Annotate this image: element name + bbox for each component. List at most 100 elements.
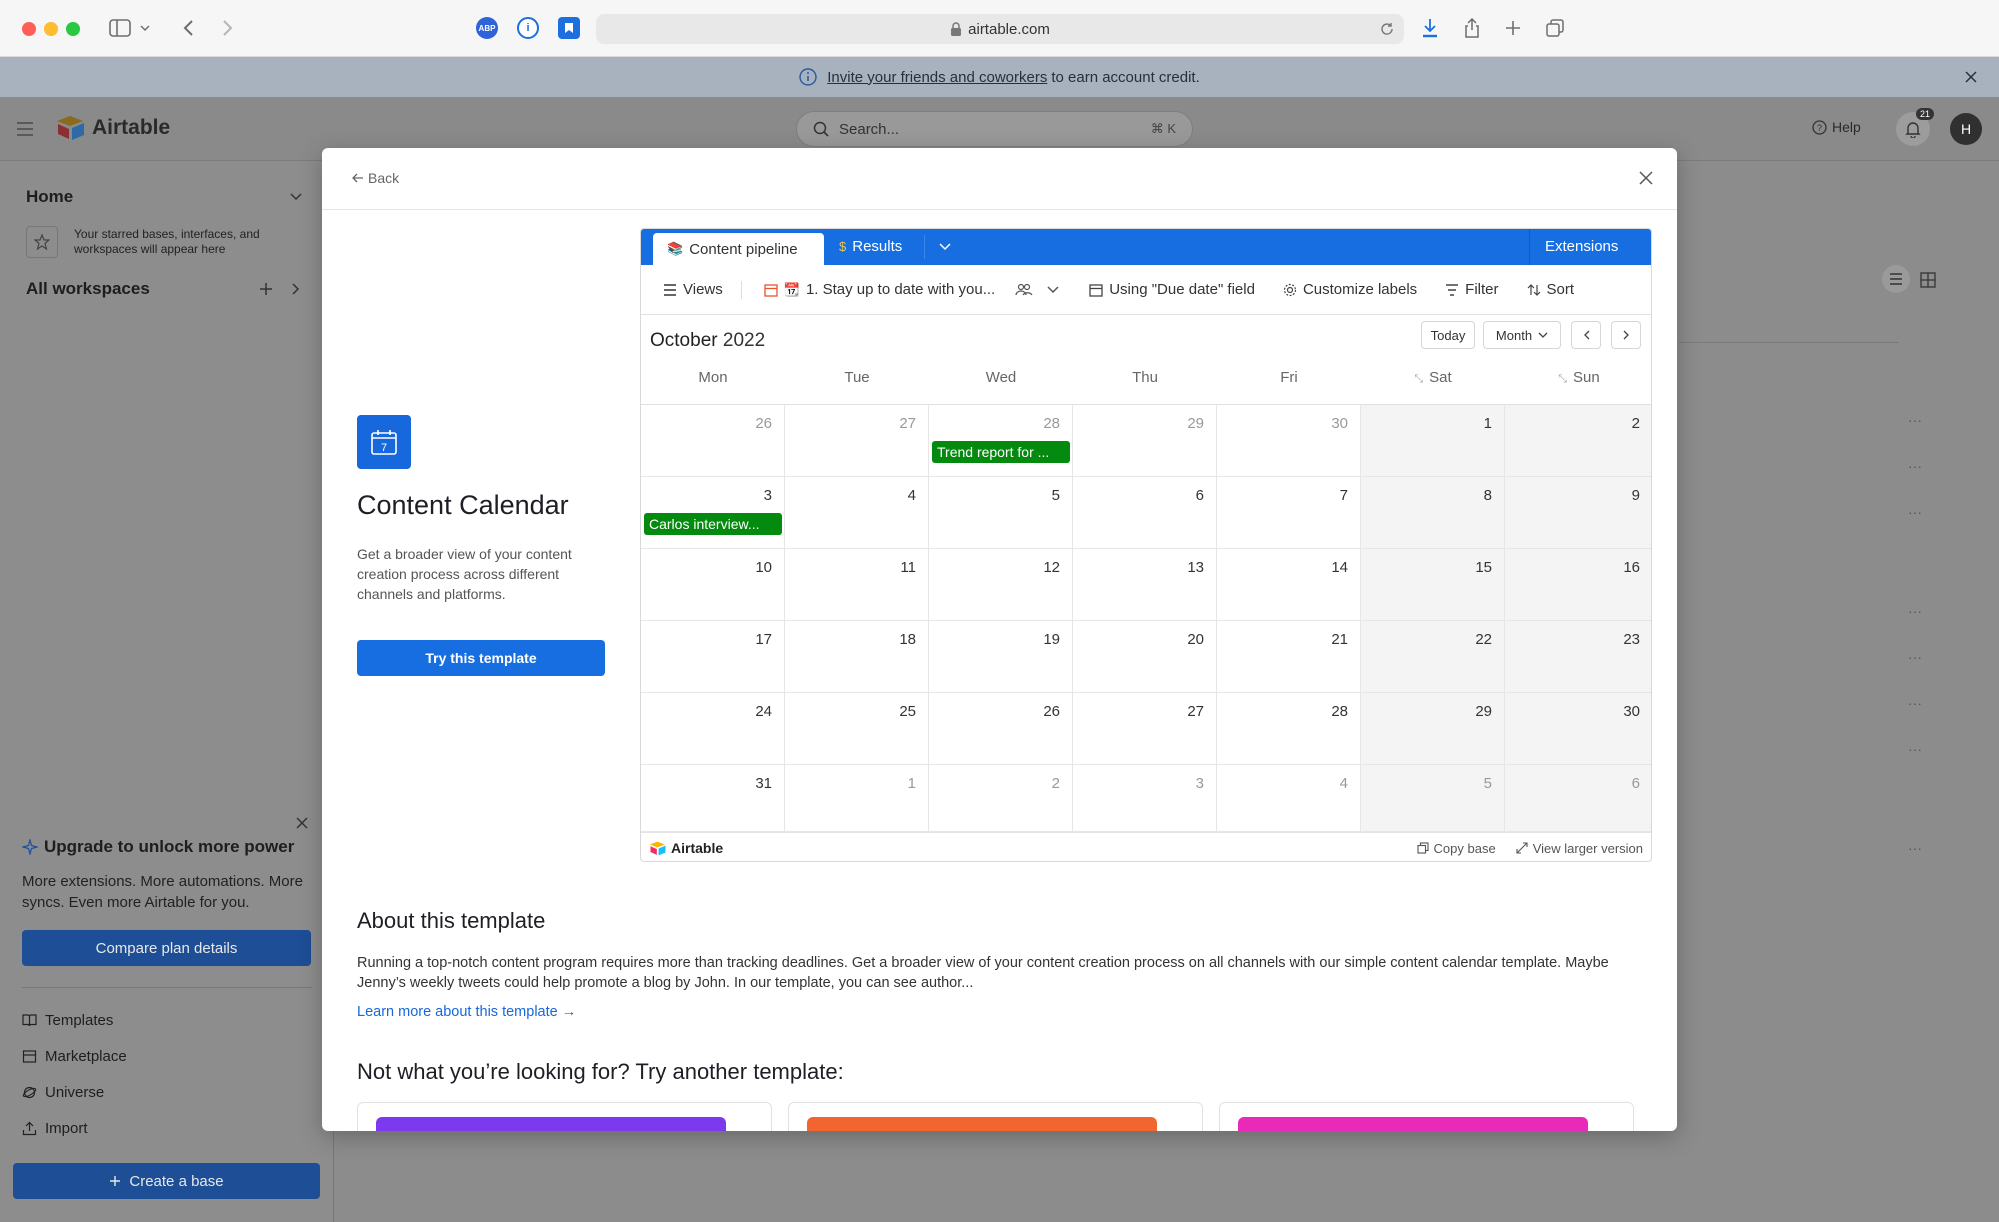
calendar-day-cell[interactable]: 27 bbox=[785, 405, 929, 477]
sidebar-toggle-icon[interactable] bbox=[106, 14, 134, 42]
calendar-day-cell[interactable]: 5 bbox=[1361, 765, 1505, 832]
compare-plan-button[interactable]: Compare plan details bbox=[22, 930, 311, 966]
avatar[interactable]: H bbox=[1950, 113, 1982, 145]
calendar-day-cell[interactable]: 4 bbox=[1217, 765, 1361, 832]
template-card[interactable] bbox=[1219, 1102, 1634, 1131]
sort-button[interactable]: Sort bbox=[1527, 281, 1574, 298]
reload-icon[interactable] bbox=[1380, 22, 1394, 36]
calendar-day-cell[interactable]: 29 bbox=[1361, 693, 1505, 765]
chevron-right-icon[interactable] bbox=[292, 283, 300, 295]
airtable-logo[interactable]: Airtable bbox=[56, 115, 170, 141]
date-field-button[interactable]: Using "Due date" field bbox=[1089, 281, 1255, 298]
calendar-day-cell[interactable]: 12 bbox=[929, 549, 1073, 621]
calendar-day-cell[interactable]: 4 bbox=[785, 477, 929, 549]
more-icon[interactable]: ··· bbox=[1908, 412, 1922, 428]
bookmark-extension-icon[interactable] bbox=[558, 17, 580, 39]
calendar-day-cell[interactable]: 15 bbox=[1361, 549, 1505, 621]
calendar-day-cell[interactable]: 20 bbox=[1073, 621, 1217, 693]
customize-labels-button[interactable]: Customize labels bbox=[1283, 281, 1417, 298]
calendar-day-cell[interactable]: 23 bbox=[1505, 621, 1651, 693]
close-icon[interactable] bbox=[1965, 71, 1977, 83]
filter-button[interactable]: Filter bbox=[1445, 281, 1499, 298]
new-tab-icon[interactable] bbox=[1499, 14, 1527, 42]
address-bar[interactable]: airtable.com bbox=[596, 14, 1404, 44]
calendar-day-cell[interactable]: 30 bbox=[1217, 405, 1361, 477]
sidebar-item-marketplace[interactable]: Marketplace bbox=[22, 1048, 127, 1065]
calendar-day-cell[interactable]: 9 bbox=[1505, 477, 1651, 549]
sidebar-item-templates[interactable]: Templates bbox=[22, 1012, 113, 1029]
chevron-down-icon[interactable] bbox=[939, 243, 951, 251]
calendar-day-cell[interactable]: 14 bbox=[1217, 549, 1361, 621]
view-selector[interactable]: 📆 1. Stay up to date with you... bbox=[764, 281, 1059, 298]
calendar-day-cell[interactable]: 1 bbox=[1361, 405, 1505, 477]
calendar-day-cell[interactable]: 1 bbox=[785, 765, 929, 832]
calendar-day-cell[interactable]: 5 bbox=[929, 477, 1073, 549]
calendar-event[interactable]: Trend report for ... bbox=[932, 441, 1070, 463]
calendar-day-cell[interactable]: 18 bbox=[785, 621, 929, 693]
calendar-day-cell[interactable]: 30 bbox=[1505, 693, 1651, 765]
list-view-icon[interactable] bbox=[1882, 265, 1910, 293]
calendar-day-cell[interactable]: 27 bbox=[1073, 693, 1217, 765]
calendar-day-cell[interactable]: 19 bbox=[929, 621, 1073, 693]
zoom-window-button[interactable] bbox=[66, 22, 80, 36]
chevron-down-icon[interactable] bbox=[137, 14, 153, 42]
add-workspace-icon[interactable] bbox=[258, 281, 274, 297]
calendar-day-cell[interactable]: 8 bbox=[1361, 477, 1505, 549]
calendar-day-cell[interactable]: 22 bbox=[1361, 621, 1505, 693]
tab-content-pipeline[interactable]: 📚 Content pipeline bbox=[653, 233, 824, 265]
sidebar-item-import[interactable]: Import bbox=[22, 1120, 88, 1137]
calendar-day-cell[interactable]: 10 bbox=[641, 549, 785, 621]
calendar-day-cell[interactable]: 25 bbox=[785, 693, 929, 765]
calendar-day-cell[interactable]: 21 bbox=[1217, 621, 1361, 693]
more-icon[interactable]: ··· bbox=[1908, 458, 1922, 474]
forward-arrow-icon[interactable] bbox=[214, 14, 242, 42]
calendar-event[interactable]: Carlos interview... bbox=[644, 513, 782, 535]
next-month-button[interactable] bbox=[1611, 321, 1641, 349]
collapse-icon[interactable]: ⤡ bbox=[1558, 373, 1567, 385]
all-workspaces[interactable]: All workspaces bbox=[26, 279, 150, 299]
sidebar-item-universe[interactable]: Universe bbox=[22, 1084, 104, 1101]
minimize-window-button[interactable] bbox=[44, 22, 58, 36]
calendar-day-cell[interactable]: 16 bbox=[1505, 549, 1651, 621]
month-dropdown[interactable]: Month bbox=[1483, 321, 1561, 349]
calendar-day-cell[interactable]: 3 bbox=[1073, 765, 1217, 832]
calendar-day-cell[interactable]: 2 bbox=[929, 765, 1073, 832]
notifications-button[interactable]: 21 bbox=[1896, 108, 1935, 146]
calendar-day-cell[interactable]: 6 bbox=[1073, 477, 1217, 549]
more-icon[interactable]: ··· bbox=[1908, 649, 1922, 665]
search-input[interactable]: Search... ⌘ K bbox=[796, 111, 1193, 147]
prev-month-button[interactable] bbox=[1571, 321, 1601, 349]
view-larger-button[interactable]: View larger version bbox=[1516, 841, 1643, 856]
copy-base-button[interactable]: Copy base bbox=[1416, 841, 1496, 856]
tab-results[interactable]: $ Results bbox=[839, 238, 902, 255]
calendar-day-cell[interactable]: 7 bbox=[1217, 477, 1361, 549]
calendar-day-cell[interactable]: 31 bbox=[641, 765, 785, 832]
close-icon[interactable] bbox=[296, 817, 308, 829]
calendar-day-cell[interactable]: 26 bbox=[641, 405, 785, 477]
close-icon[interactable] bbox=[1639, 171, 1653, 185]
calendar-day-cell[interactable]: 6 bbox=[1505, 765, 1651, 832]
home-heading[interactable]: Home bbox=[26, 187, 73, 207]
learn-more-link[interactable]: Learn more about this template → bbox=[357, 1004, 576, 1020]
more-icon[interactable]: ··· bbox=[1908, 695, 1922, 711]
template-card[interactable] bbox=[357, 1102, 772, 1131]
calendar-day-cell[interactable]: 28 bbox=[1217, 693, 1361, 765]
password-manager-icon[interactable]: i bbox=[517, 17, 539, 39]
chevron-down-icon[interactable] bbox=[290, 193, 302, 201]
close-window-button[interactable] bbox=[22, 22, 36, 36]
help-button[interactable]: ? Help bbox=[1812, 119, 1861, 135]
calendar-day-cell[interactable]: 11 bbox=[785, 549, 929, 621]
airtable-footer-logo[interactable]: Airtable bbox=[649, 840, 723, 856]
back-button[interactable]: Back bbox=[352, 170, 399, 186]
more-icon[interactable]: ··· bbox=[1908, 840, 1922, 856]
calendar-day-cell[interactable]: 26 bbox=[929, 693, 1073, 765]
calendar-day-cell[interactable]: 2 bbox=[1505, 405, 1651, 477]
back-arrow-icon[interactable] bbox=[174, 14, 202, 42]
more-icon[interactable]: ··· bbox=[1908, 504, 1922, 520]
calendar-day-cell[interactable]: 29 bbox=[1073, 405, 1217, 477]
extensions-button[interactable]: Extensions bbox=[1545, 238, 1618, 255]
template-card[interactable] bbox=[788, 1102, 1203, 1131]
create-base-button[interactable]: Create a base bbox=[13, 1163, 320, 1199]
today-button[interactable]: Today bbox=[1421, 321, 1475, 349]
calendar-day-cell[interactable]: 13 bbox=[1073, 549, 1217, 621]
